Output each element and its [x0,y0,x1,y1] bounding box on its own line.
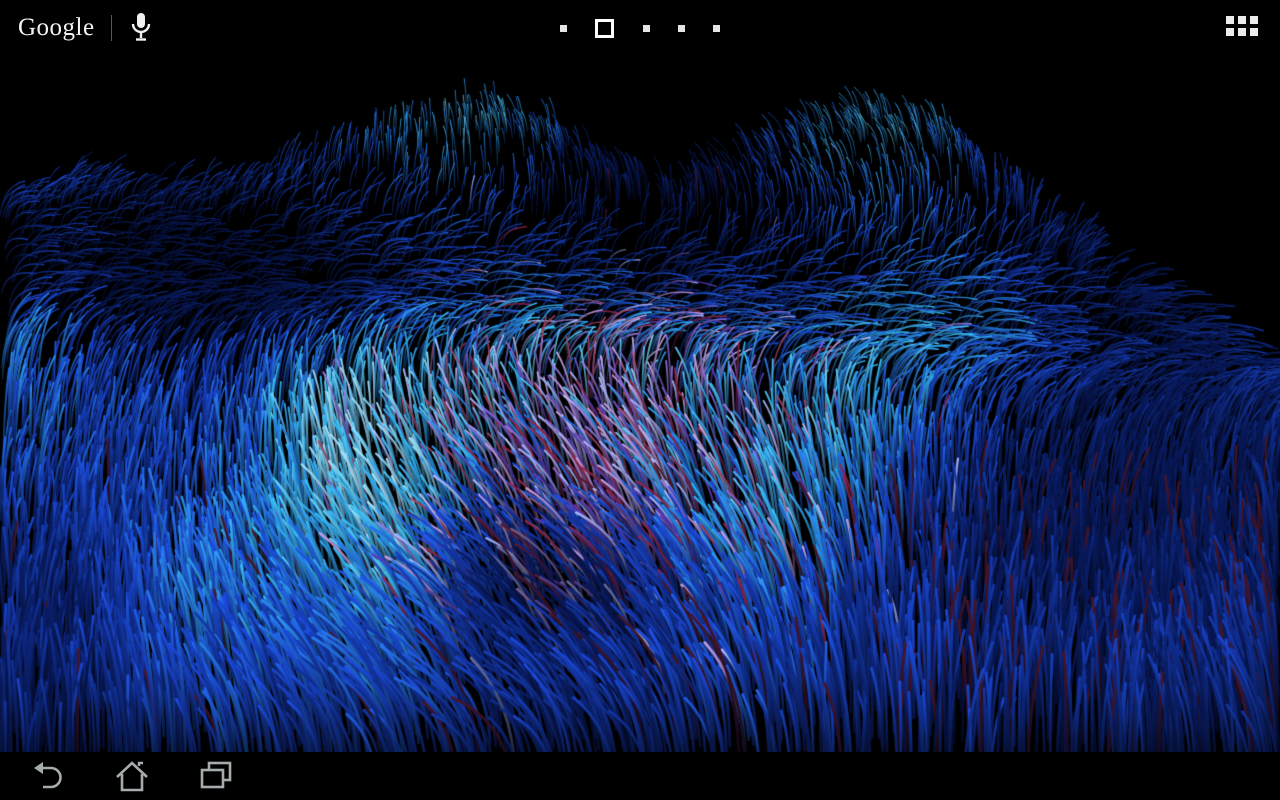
page-dot-2-current[interactable] [595,19,614,38]
google-logo[interactable]: Google [18,10,111,46]
recent-apps-button[interactable] [190,756,242,796]
android-home-screen: Google [0,0,1280,800]
back-button[interactable] [22,756,74,796]
live-wallpaper-canvas[interactable] [0,0,1280,752]
apps-grid-icon [1226,16,1234,24]
page-dot-3[interactable] [643,25,650,32]
page-dot-5[interactable] [713,25,720,32]
system-bar: 14:48 [0,752,1280,800]
page-dot-1[interactable] [560,25,567,32]
back-icon [30,759,66,793]
home-icon [113,758,151,794]
page-dot-4[interactable] [678,25,685,32]
recent-apps-icon [197,758,235,794]
microphone-icon[interactable] [130,12,152,44]
home-page-indicator [560,16,720,40]
home-button[interactable] [106,756,158,796]
widget-divider [111,15,112,41]
all-apps-button[interactable] [1226,16,1258,42]
google-search-widget[interactable]: Google [18,10,152,46]
